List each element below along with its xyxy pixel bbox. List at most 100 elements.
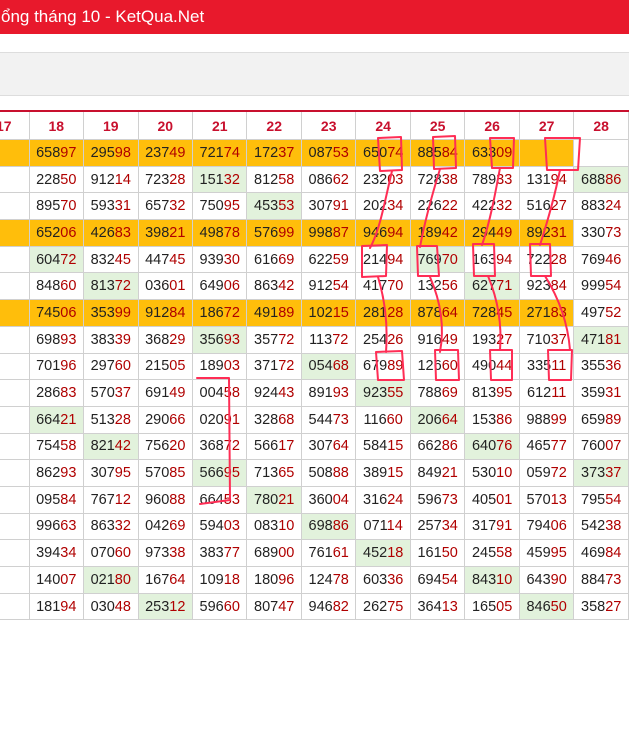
- result-cell: [0, 432, 30, 461]
- column-header: 25: [409, 110, 466, 140]
- result-cell: 41770: [355, 272, 411, 301]
- result-cell: 79406: [518, 512, 575, 541]
- result-cell: 36413: [409, 592, 466, 621]
- result-cell: 64390: [518, 566, 575, 594]
- result-cell: 94694: [355, 219, 411, 247]
- result-cell: 88473: [573, 566, 629, 594]
- result-cell: 13194: [518, 165, 575, 194]
- result-cell: 26275: [355, 592, 411, 621]
- result-cell: 35931: [573, 379, 629, 407]
- result-cell: 22850: [28, 165, 85, 194]
- result-cell: 64906: [191, 272, 248, 301]
- result-cell: 79554: [573, 485, 629, 514]
- result-cell: 30764: [300, 432, 357, 461]
- result-cell: 65074: [355, 139, 411, 167]
- result-cell: [0, 245, 30, 274]
- result-cell: 91284: [137, 299, 193, 327]
- result-cell: 78933: [464, 165, 520, 194]
- result-cell: 32868: [246, 405, 302, 434]
- result-cell: [573, 139, 629, 167]
- result-cell: [518, 139, 575, 167]
- result-cell: 46984: [573, 539, 629, 567]
- result-cell: 65989: [573, 405, 629, 434]
- result-cell: 33073: [573, 219, 629, 247]
- result-cell: 72838: [409, 165, 466, 194]
- result-cell: 02180: [83, 566, 139, 594]
- result-cell: [0, 512, 30, 541]
- result-cell: 11660: [355, 405, 411, 434]
- result-cell: 65206: [28, 219, 85, 247]
- column-header: 22: [246, 110, 302, 140]
- result-cell: 99887: [300, 219, 357, 247]
- table-row: 60472 83245 44745 93930 61669 62259 21494 76970…: [0, 245, 629, 274]
- result-cell: 68900: [246, 539, 302, 567]
- result-cell: 18942: [409, 219, 466, 247]
- result-cell: [0, 539, 30, 567]
- result-cell: 29760: [83, 352, 139, 381]
- result-cell: 53010: [464, 459, 520, 487]
- column-header: 20: [137, 110, 193, 140]
- result-cell: 42683: [83, 219, 139, 247]
- result-cell: 09584: [28, 485, 85, 514]
- result-cell: [0, 592, 30, 621]
- result-cell: 45995: [518, 539, 575, 567]
- table-row: 89570 59331 65732 75095 45353 30791 20234 22622…: [0, 192, 629, 221]
- result-cell: 66421: [28, 405, 85, 434]
- result-cell: 07060: [83, 539, 139, 567]
- table-row: 70196 29760 21505 18903 37172 05468 67989 12660…: [0, 352, 629, 381]
- result-cell: 83245: [83, 245, 139, 274]
- result-cell: 75620: [137, 432, 193, 461]
- column-header-row: 171819202122232425262728: [0, 110, 629, 140]
- result-cell: 78021: [246, 485, 302, 514]
- result-cell: 98899: [518, 405, 575, 434]
- result-cell: 35399: [83, 299, 139, 327]
- result-cell: 82142: [83, 432, 139, 461]
- result-cell: 84650: [518, 592, 575, 621]
- result-cell: 80747: [246, 592, 302, 621]
- result-cell: 56617: [246, 432, 302, 461]
- result-cell: 15386: [464, 405, 520, 434]
- result-cell: 94682: [300, 592, 357, 621]
- result-cell: 69886: [300, 512, 357, 541]
- result-cell: 00458: [191, 379, 248, 407]
- table-row: 69893 38339 36829 35693 35772 11372 25426 91649…: [0, 325, 629, 354]
- result-cell: 27183: [518, 299, 575, 327]
- result-cell: 65897: [28, 139, 85, 167]
- highlighted-row: 65206 42683 39821 49878 57699 99887 94694 18942…: [0, 219, 629, 247]
- result-cell: 10215: [300, 299, 357, 327]
- result-cell: 60336: [355, 566, 411, 594]
- result-cell: 54473: [300, 405, 357, 434]
- result-cell: 81395: [464, 379, 520, 407]
- result-cell: 62259: [300, 245, 357, 274]
- result-cell: 88324: [573, 192, 629, 221]
- result-cell: 91254: [300, 272, 357, 301]
- result-cell: 20664: [409, 405, 466, 434]
- result-cell: 57037: [83, 379, 139, 407]
- result-cell: 38339: [83, 325, 139, 354]
- result-cell: 03601: [137, 272, 193, 301]
- result-cell: 61669: [246, 245, 302, 274]
- result-cell: 76007: [573, 432, 629, 461]
- result-cell: [0, 192, 30, 221]
- table-row: 39434 07060 97338 38377 68900 76161 45218 16150…: [0, 539, 629, 567]
- result-cell: 59673: [409, 485, 466, 514]
- table-row: 84860 81372 03601 64906 86342 91254 41770 13256…: [0, 272, 629, 301]
- highlighted-row: 74506 35399 91284 18672 49189 10215 28128 87864…: [0, 299, 629, 327]
- search-bar[interactable]: [0, 52, 629, 96]
- result-cell: 29449: [464, 219, 520, 247]
- result-cell: 57013: [518, 485, 575, 514]
- result-cell: 69454: [409, 566, 466, 594]
- column-header: 18: [28, 110, 85, 140]
- result-cell: 47181: [573, 325, 629, 354]
- result-cell: 16764: [137, 566, 193, 594]
- table-row: 28683 57037 69149 00458 92443 89193 92355 78869…: [0, 379, 629, 407]
- result-cell: 69149: [137, 379, 193, 407]
- result-cell: 57699: [246, 219, 302, 247]
- result-cell: 66286: [409, 432, 466, 461]
- table-row: 75458 82142 75620 36872 56617 30764 58415 66286…: [0, 432, 629, 461]
- result-cell: 62771: [464, 272, 520, 301]
- result-cell: 31624: [355, 485, 411, 514]
- result-cell: 70196: [28, 352, 85, 381]
- result-cell: 13256: [409, 272, 466, 301]
- highlighted-row: 65897 29598 23749 72174 17237 08753 65074 88584…: [0, 139, 629, 167]
